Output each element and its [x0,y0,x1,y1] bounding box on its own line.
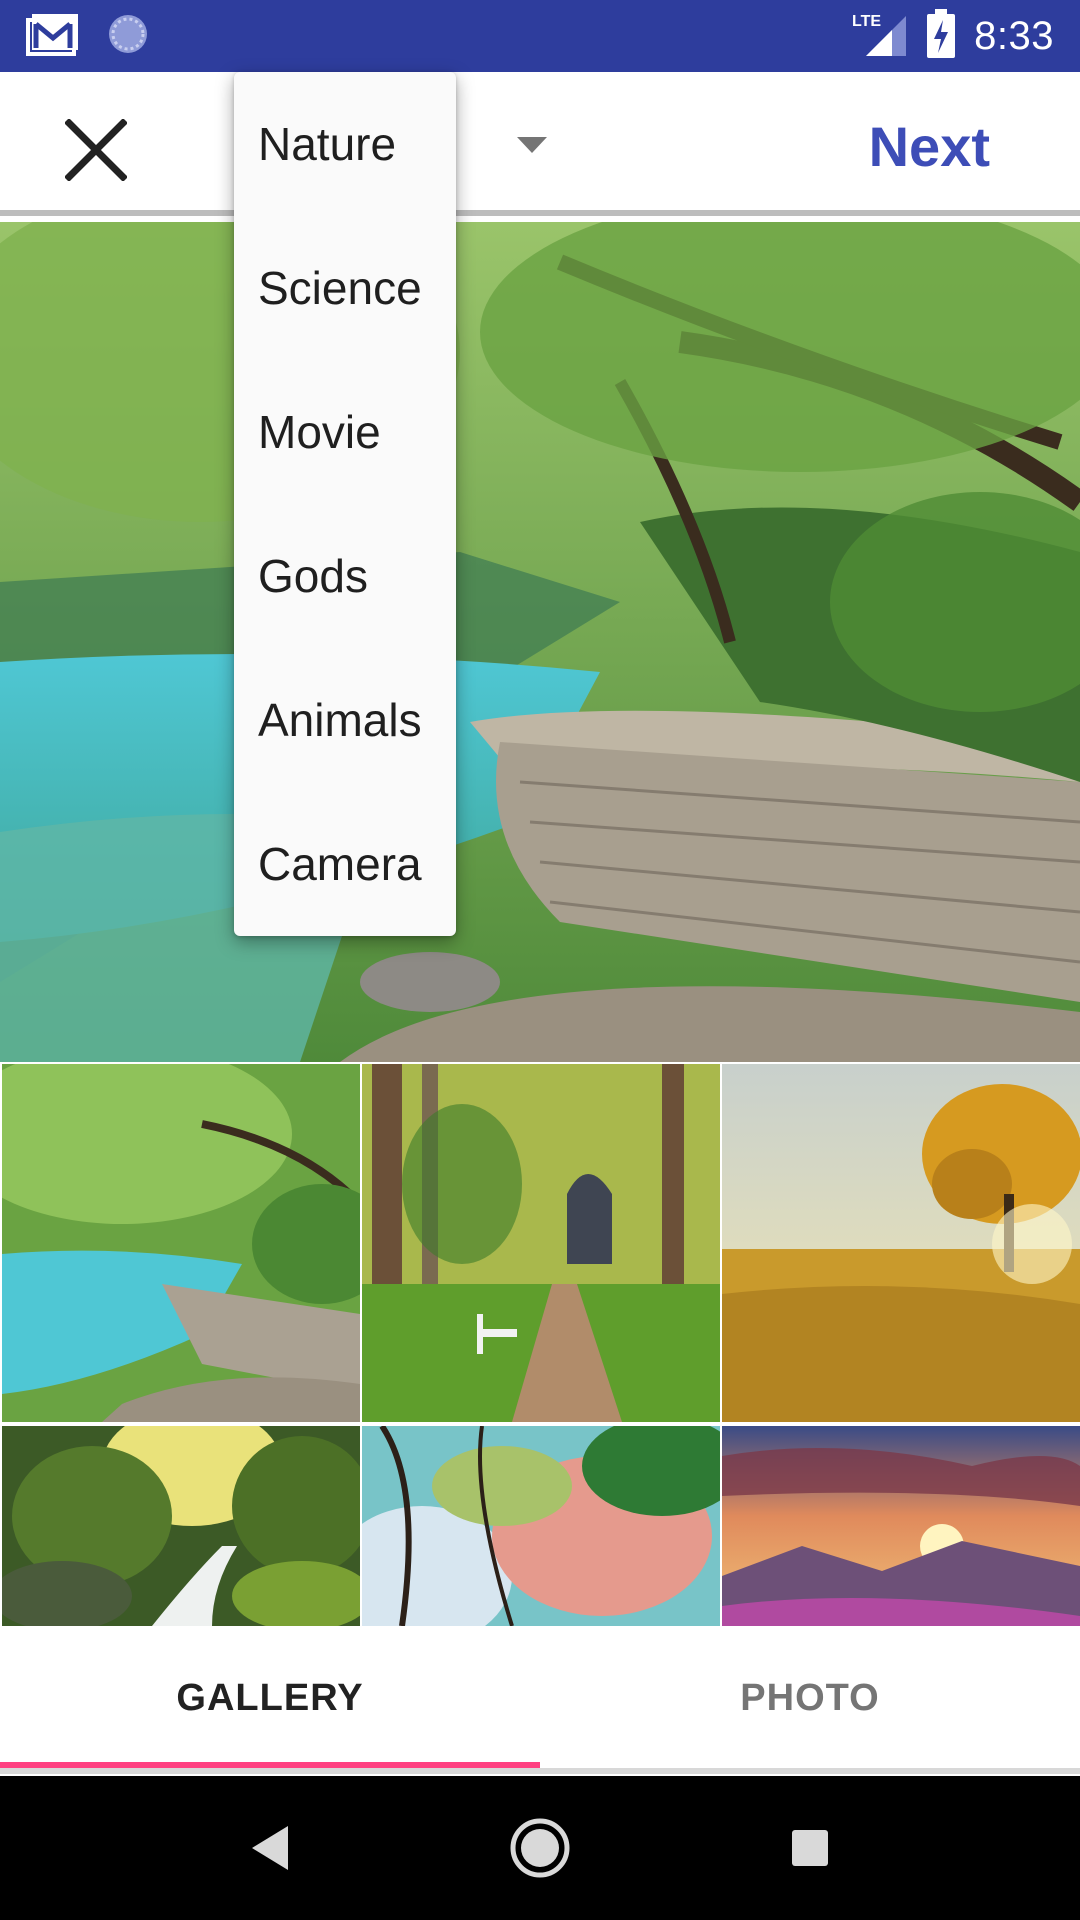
home-button[interactable] [498,1806,582,1890]
gallery-thumbnail[interactable] [2,1426,360,1626]
clock: 8:33 [974,13,1054,58]
gallery-thumbnail[interactable] [362,1064,720,1422]
tab-indicator [0,1762,540,1768]
gallery-thumbnail[interactable] [722,1426,1080,1626]
close-button[interactable] [56,110,136,190]
back-icon [252,1826,288,1870]
dropdown-item-gods[interactable]: Gods [234,504,456,648]
network-label: LTE [852,13,881,30]
selected-image-preview [0,222,1080,1062]
dropdown-item-science[interactable]: Science [234,216,456,360]
dropdown-item-nature[interactable]: Nature [234,72,456,216]
next-button[interactable]: Next [869,112,990,182]
gallery-thumbnail[interactable] [722,1064,1080,1422]
status-bar: LTE 8:33 [0,0,1080,72]
gallery-thumbnail[interactable] [2,1064,360,1422]
system-nav-bar [0,1776,1080,1920]
recents-button[interactable] [768,1806,852,1890]
gallery-thumbnail[interactable] [362,1426,720,1626]
tab-photo[interactable]: PHOTO [540,1628,1080,1768]
back-button[interactable] [228,1806,312,1890]
tab-gallery[interactable]: GALLERY [0,1628,540,1768]
category-spinner-arrow[interactable] [512,134,552,158]
app-bar: Next [0,72,1080,216]
recents-icon [792,1830,828,1866]
tab-bar: GALLERY PHOTO [0,1628,1080,1774]
chevron-down-icon [517,137,547,153]
battery-charging-icon [926,8,956,64]
dropdown-item-movie[interactable]: Movie [234,360,456,504]
home-icon [510,1818,570,1878]
gallery-grid [0,1064,1080,1628]
close-icon [65,119,127,181]
gmail-icon [26,12,80,61]
lte-signal-icon: LTE [852,10,908,63]
sync-icon [106,12,150,61]
dropdown-item-animals[interactable]: Animals [234,648,456,792]
dropdown-item-camera[interactable]: Camera [234,792,456,936]
category-dropdown-menu: Nature Science Movie Gods Animals Camera [234,72,456,936]
